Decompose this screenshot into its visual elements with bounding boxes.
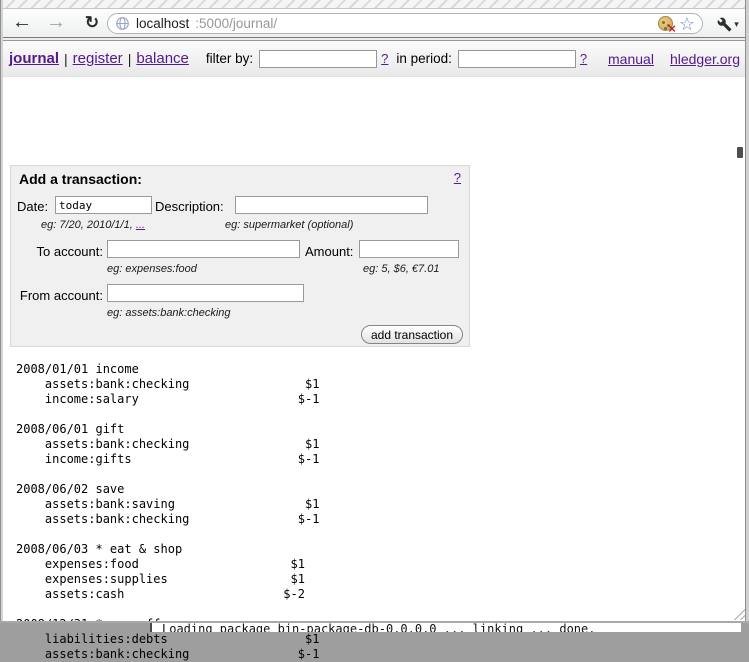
reload-button[interactable]: ↻ (80, 9, 104, 37)
form-help-link[interactable]: ? (454, 170, 461, 185)
form-title: Add a transaction: (19, 171, 142, 187)
window-frame-bottom (0, 621, 749, 623)
scrollbar-thumb[interactable] (737, 147, 743, 158)
amount-input[interactable] (359, 240, 459, 258)
nav-link-register[interactable]: register (73, 50, 123, 67)
url-host: localhost (136, 16, 189, 31)
period-help-link[interactable]: ? (580, 51, 587, 66)
window-frame-left (0, 0, 3, 623)
forward-button[interactable]: → (44, 9, 68, 37)
period-input[interactable] (458, 50, 576, 68)
journal-entries: 2008/01/01 income assets:bank:checking $… (16, 362, 319, 662)
date-hint-text: eg: 7/20, 2010/1/1, (41, 219, 136, 231)
date-label: Date: (17, 199, 48, 214)
wrench-icon (717, 17, 732, 32)
filter-help-link[interactable]: ? (381, 51, 388, 66)
browser-menu-button[interactable]: ▾ (711, 13, 745, 35)
screen: ← → ↻ localhost :5000/journal/ × ☆ ▾ (0, 0, 749, 632)
description-input[interactable] (235, 196, 428, 214)
filter-by-label: filter by: (206, 51, 253, 66)
amount-hint: eg: 5, $6, €7.01 (363, 263, 439, 275)
filter-input[interactable] (259, 50, 377, 68)
manual-link[interactable]: manual (608, 51, 654, 67)
nav-link-journal[interactable]: journal (9, 50, 59, 67)
from-account-hint: eg: assets:bank:checking (107, 307, 231, 319)
globe-icon (115, 16, 130, 31)
to-account-input[interactable] (107, 240, 300, 258)
page-content: Add a transaction: ? Date: Description: … (0, 77, 749, 621)
terminal-output: Loading package bin-package-db-0.0.0.0 .… (162, 623, 595, 632)
add-transaction-button[interactable]: add transaction (361, 325, 463, 344)
back-button[interactable]: ← (10, 9, 34, 37)
in-period-label: in period: (396, 51, 452, 66)
menu-dropdown-arrow: ▾ (734, 19, 739, 30)
nav-separator: | (64, 51, 68, 67)
url-bar[interactable]: localhost :5000/journal/ × ☆ (107, 13, 703, 34)
add-transaction-form: Add a transaction: ? Date: Description: … (10, 165, 470, 347)
description-label: Description: (155, 199, 224, 214)
from-account-input[interactable] (107, 284, 304, 302)
browser-tab-strip (0, 0, 749, 9)
bookmark-star-icon[interactable]: ☆ (679, 16, 695, 32)
amount-label: Amount: (305, 244, 353, 259)
to-account-hint: eg: expenses:food (107, 263, 197, 275)
app-navbar: journal | register | balance filter by: … (0, 41, 749, 77)
date-hint-more-link[interactable]: ... (136, 219, 145, 231)
browser-toolbar: ← → ↻ localhost :5000/journal/ × ☆ ▾ (0, 9, 749, 38)
nav-link-balance[interactable]: balance (136, 50, 189, 67)
cookie-blocked-icon[interactable]: × (658, 16, 673, 31)
date-hint: eg: 7/20, 2010/1/1, ... (41, 219, 145, 231)
date-input[interactable] (55, 196, 152, 214)
to-account-label: To account: (11, 244, 103, 259)
terminal-window-edge[interactable]: Loading package bin-package-db-0.0.0.0 .… (150, 623, 741, 632)
window-frame-right (745, 0, 749, 623)
from-account-label: From account: (11, 288, 103, 303)
url-path: :5000/journal/ (195, 16, 277, 31)
nav-separator: | (128, 51, 132, 67)
hledger-org-link[interactable]: hledger.org (670, 51, 740, 67)
description-hint: eg: supermarket (optional) (225, 219, 353, 231)
